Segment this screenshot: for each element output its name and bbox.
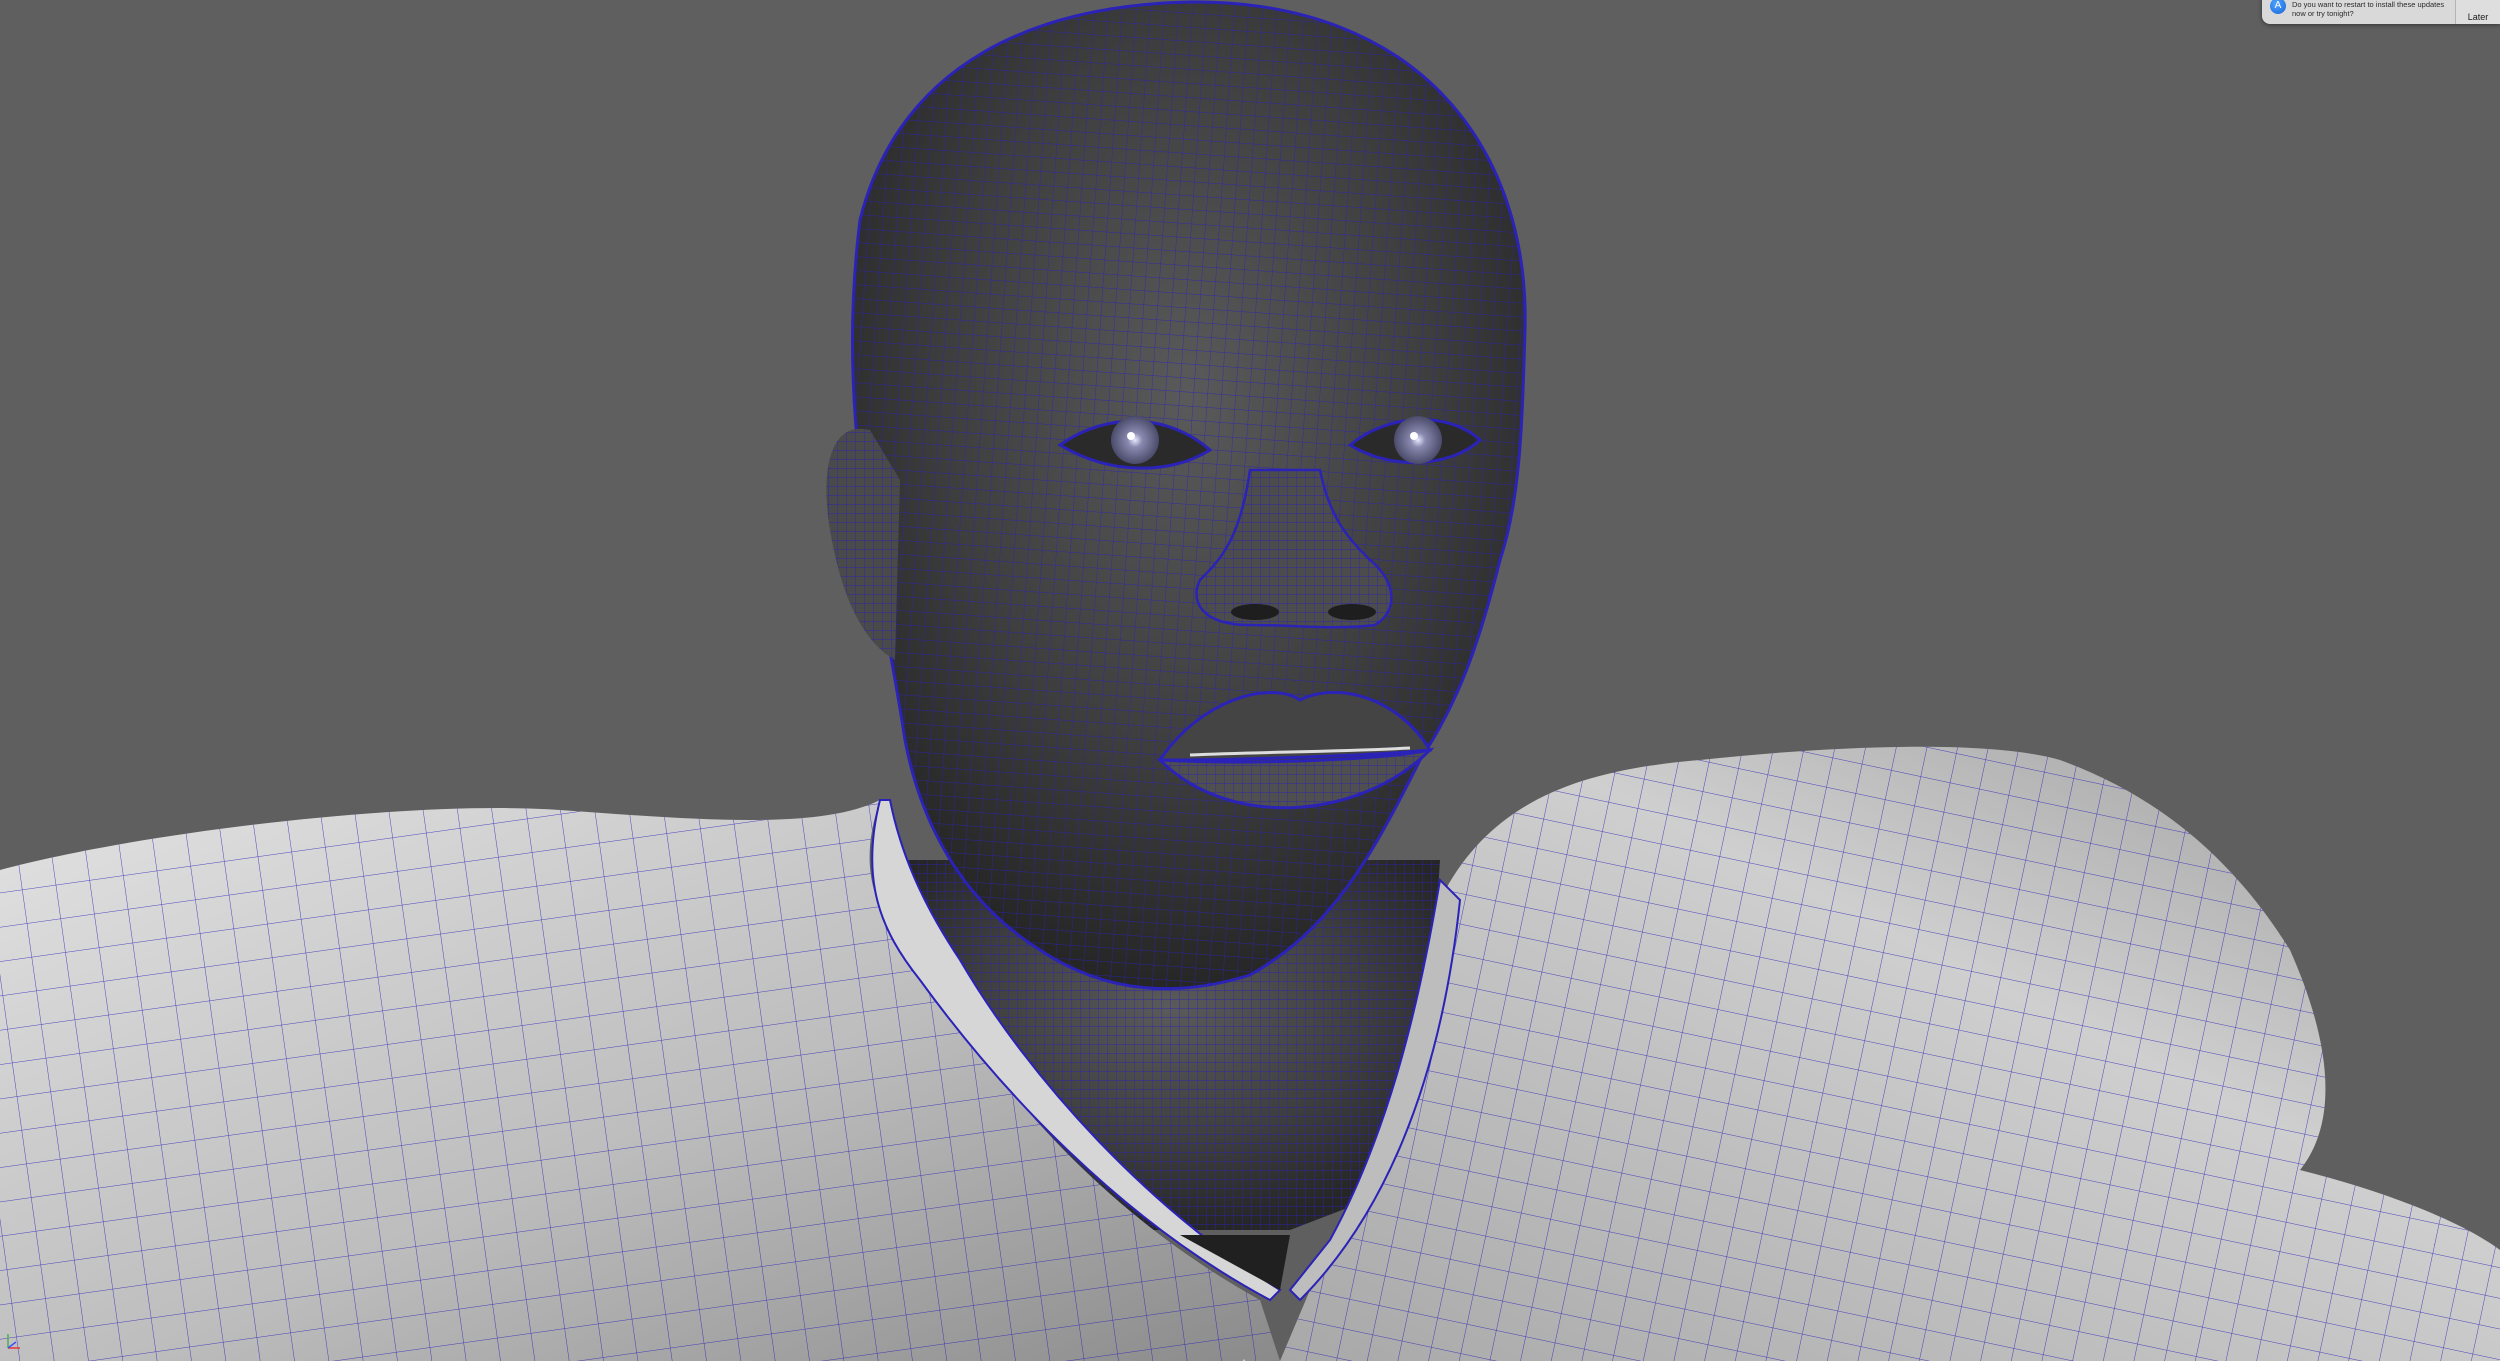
ear-mesh <box>826 428 900 660</box>
app-store-icon: A <box>2270 0 2286 14</box>
notification-message: Do you want to restart to install these … <box>2292 0 2445 18</box>
head-mesh <box>851 0 1527 991</box>
3d-viewport[interactable] <box>0 0 2500 1361</box>
axis-gizmo-icon <box>4 1330 24 1357</box>
wireframe-model[interactable] <box>0 0 2500 1361</box>
later-button[interactable]: Later <box>2455 0 2500 24</box>
pivot-marker-icon <box>1240 1352 1248 1361</box>
shirt-right-mesh <box>1280 746 2500 1361</box>
update-notification[interactable]: A Do you want to restart to install thes… <box>2262 0 2500 24</box>
